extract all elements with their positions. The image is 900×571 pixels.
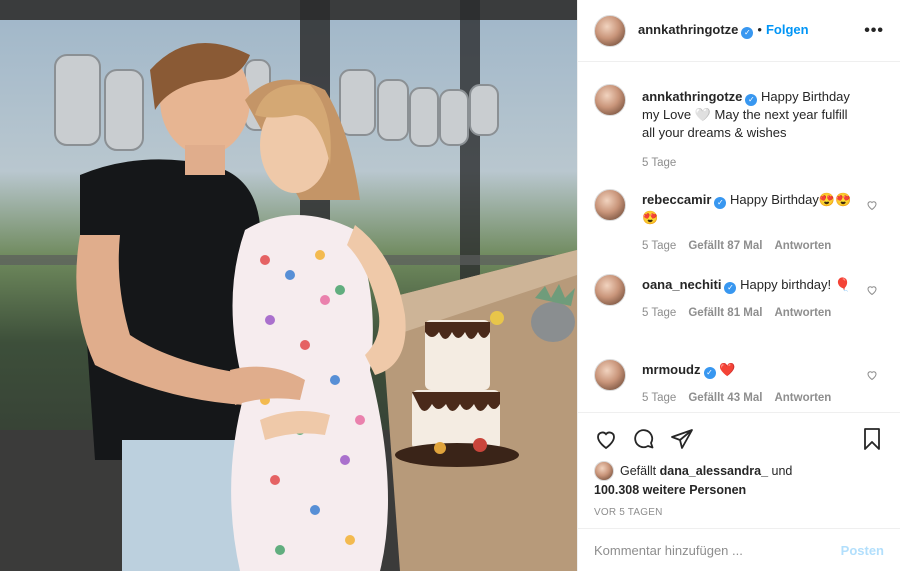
likes-connector: und (771, 464, 793, 478)
likes-summary: Gefällt dana_alessandra_ und (594, 461, 884, 481)
reply-button[interactable]: Antworten (774, 237, 831, 255)
like-comment-heart-icon[interactable] (866, 369, 878, 381)
comment-username[interactable]: oana_nechiti (642, 277, 721, 292)
comment-bubble-icon[interactable] (632, 427, 656, 451)
comment-meta: 5 Tage Gefällt 81 Mal Antworten (642, 304, 862, 322)
post-actions: Gefällt dana_alessandra_ und 100.308 wei… (578, 412, 900, 518)
likes-prefix: Gefällt (620, 464, 657, 478)
comment-age[interactable]: 5 Tage (642, 237, 676, 255)
comment-age[interactable]: 5 Tage (642, 304, 676, 322)
action-icons (594, 425, 884, 453)
caption-meta: 5 Tage (642, 154, 862, 172)
reply-button[interactable]: Antworten (774, 304, 831, 322)
verified-badge-icon: ✓ (724, 282, 737, 294)
comments-list: annkathringotze ✓ Happy Birthday my Love … (578, 72, 900, 415)
comment-meta: 5 Tage Gefällt 43 Mal Antworten (642, 389, 862, 407)
post-timestamp[interactable]: VOR 5 TAGEN (594, 507, 884, 518)
post-side-panel: annkathringotze ✓ • Folgen ••• annkathringo… (577, 0, 900, 571)
like-comment-heart-icon[interactable] (866, 199, 878, 211)
separator-dot: • (757, 22, 762, 37)
comment-likes[interactable]: Gefällt 87 Mal (688, 237, 762, 255)
follow-button[interactable]: Folgen (766, 22, 809, 37)
author-username[interactable]: annkathringotze (638, 22, 738, 37)
post-header: annkathringotze ✓ • Folgen ••• (578, 0, 900, 62)
author-line: annkathringotze ✓ • Folgen (638, 22, 809, 39)
comment-likes[interactable]: Gefällt 81 Mal (688, 304, 762, 322)
liker-avatar[interactable] (594, 461, 614, 481)
verified-badge-icon: ✓ (703, 367, 716, 379)
author-avatar[interactable] (594, 14, 626, 47)
add-comment-input[interactable] (594, 542, 841, 558)
comment-age[interactable]: 5 Tage (642, 389, 676, 407)
post-comment-button[interactable]: Posten (841, 543, 884, 558)
save-bookmark-icon[interactable] (860, 427, 884, 451)
caption-age[interactable]: 5 Tage (642, 154, 676, 172)
verified-badge-icon: ✓ (714, 197, 727, 209)
comment-meta: 5 Tage Gefällt 87 Mal Antworten (642, 237, 862, 255)
comment-avatar[interactable] (594, 359, 626, 391)
verified-badge-icon: ✓ (741, 27, 754, 39)
verified-badge-icon: ✓ (745, 94, 758, 106)
like-heart-icon[interactable] (594, 427, 618, 451)
comment-item: rebeccamir ✓ Happy Birthday😍😍😍 5 Tage Gef… (578, 177, 900, 262)
like-comment-heart-icon[interactable] (866, 284, 878, 296)
comment-avatar[interactable] (594, 274, 626, 306)
liker-username[interactable]: dana_alessandra_ (660, 464, 768, 478)
share-paper-plane-icon[interactable] (670, 427, 694, 451)
comment-item: mrmoudz ✓ ❤️ 5 Tage Gefällt 43 Mal Antwor… (578, 347, 900, 415)
caption: annkathringotze ✓ Happy Birthday my Love … (578, 72, 900, 177)
likes-count[interactable]: 100.308 weitere Personen (594, 483, 884, 497)
comment-text: ❤️ (719, 362, 736, 377)
comment-item: oana_nechiti ✓ Happy birthday! 🎈 5 Tage G… (578, 262, 900, 347)
comment-avatar[interactable] (594, 189, 626, 221)
add-comment-bar: Posten (578, 528, 900, 571)
photo-illustration (0, 0, 577, 571)
caption-avatar[interactable] (594, 84, 626, 116)
comment-username[interactable]: mrmoudz (642, 362, 701, 377)
post-photo[interactable] (0, 0, 577, 571)
comment-likes[interactable]: Gefällt 43 Mal (688, 389, 762, 407)
reply-button[interactable]: Antworten (774, 389, 831, 407)
comment-username[interactable]: rebeccamir (642, 192, 711, 207)
comment-text: Happy birthday! 🎈 (740, 277, 851, 292)
more-options-icon[interactable]: ••• (864, 22, 884, 40)
caption-username[interactable]: annkathringotze (642, 89, 742, 104)
